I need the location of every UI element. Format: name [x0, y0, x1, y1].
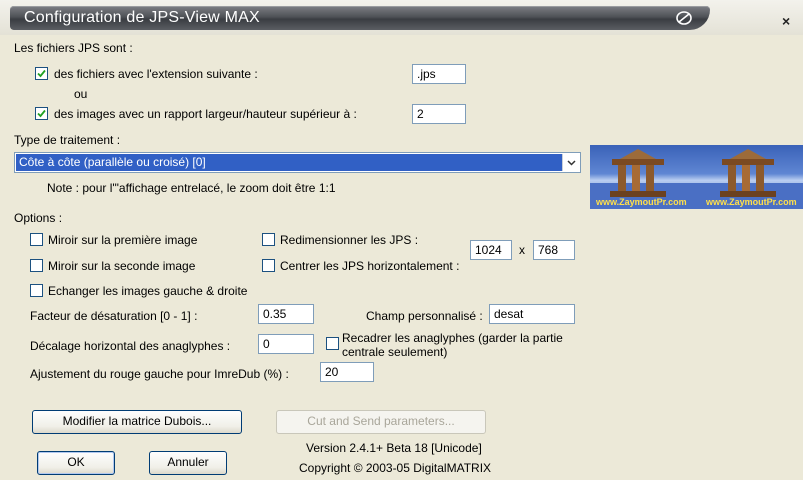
crop-anaglyph-label: Recadrer les anaglyphes (garder la parti… [342, 331, 563, 359]
cancel-button[interactable]: Annuler [149, 451, 227, 475]
ok-button[interactable]: OK [37, 451, 115, 475]
height-input[interactable]: 768 [533, 240, 575, 260]
mirror-second-checkbox[interactable] [30, 259, 43, 272]
extension-checkbox-label: des fichiers avec l'extension suivante : [54, 67, 258, 81]
red-adjust-input[interactable]: 20 [320, 362, 374, 382]
check-icon [37, 69, 46, 78]
width-input[interactable]: 1024 [470, 240, 512, 260]
offset-label: Décalage horizontal des anaglyphes : [30, 339, 231, 353]
swap-images-checkbox[interactable] [30, 284, 43, 297]
check-icon [37, 109, 46, 118]
processing-note: Note : pour l'"affichage entrelacé, le z… [47, 181, 336, 195]
cut-send-button[interactable]: Cut and Send parameters... [276, 410, 486, 434]
copyright-text: Copyright © 2003-05 DigitalMATRIX [299, 461, 492, 475]
files-heading: Les fichiers JPS sont : [14, 41, 133, 55]
resize-checkbox[interactable] [262, 233, 275, 246]
preview-caption-right: www.ZaymoutPr.com [705, 197, 797, 207]
close-button[interactable]: × [782, 13, 790, 29]
chevron-down-icon[interactable] [562, 154, 579, 171]
version-text: Version 2.4.1+ Beta 18 [Unicode] [306, 441, 482, 455]
ratio-checkbox-label: des images avec un rapport largeur/haute… [54, 107, 357, 121]
processing-type-label: Type de traitement : [14, 133, 121, 147]
extension-checkbox[interactable] [35, 67, 48, 80]
or-label: ou [74, 87, 88, 101]
custom-field-input[interactable]: desat [489, 304, 575, 324]
preview-caption-left: www.ZaymoutPr.com [595, 197, 687, 207]
processing-type-select[interactable]: Côte à côte (parallèle ou croisé) [0] [14, 152, 581, 173]
times-label: x [519, 243, 525, 257]
mirror-second-label: Miroir sur la seconde image [48, 259, 196, 273]
center-label: Centrer les JPS horizontalement : [280, 259, 460, 273]
custom-field-label: Champ personnalisé : [366, 309, 483, 323]
crop-anaglyph-label-line1: Recadrer les anaglyphes (garder la parti… [342, 331, 563, 345]
offset-input[interactable]: 0 [258, 334, 314, 354]
mirror-first-label: Miroir sur la première image [48, 233, 198, 247]
red-adjust-label: Ajustement du rouge gauche pour ImreDub … [30, 367, 289, 381]
window-title: Configuration de JPS-View MAX [24, 9, 260, 26]
options-heading: Options : [14, 211, 63, 225]
modify-dubois-button[interactable]: Modifier la matrice Dubois... [32, 410, 242, 434]
resize-label: Redimensionner les JPS : [280, 233, 419, 247]
preview-image-right: www.ZaymoutPr.com [700, 145, 803, 209]
center-checkbox[interactable] [262, 259, 275, 272]
mirror-first-checkbox[interactable] [30, 233, 43, 246]
ratio-input[interactable]: 2 [412, 104, 466, 124]
desaturation-input[interactable]: 0.35 [258, 304, 314, 324]
ratio-checkbox[interactable] [35, 107, 48, 120]
app-logo-icon [675, 10, 693, 26]
swap-images-label: Echanger les images gauche & droite [48, 284, 248, 298]
crop-anaglyph-checkbox[interactable] [326, 337, 339, 350]
desaturation-label: Facteur de désaturation [0 - 1] : [30, 309, 198, 323]
processing-type-value: Côte à côte (parallèle ou croisé) [0] [16, 154, 564, 171]
preview-image-left: www.ZaymoutPr.com [590, 145, 700, 209]
extension-input[interactable]: .jps [412, 64, 466, 84]
crop-anaglyph-label-line2: centrale seulement) [342, 345, 448, 359]
